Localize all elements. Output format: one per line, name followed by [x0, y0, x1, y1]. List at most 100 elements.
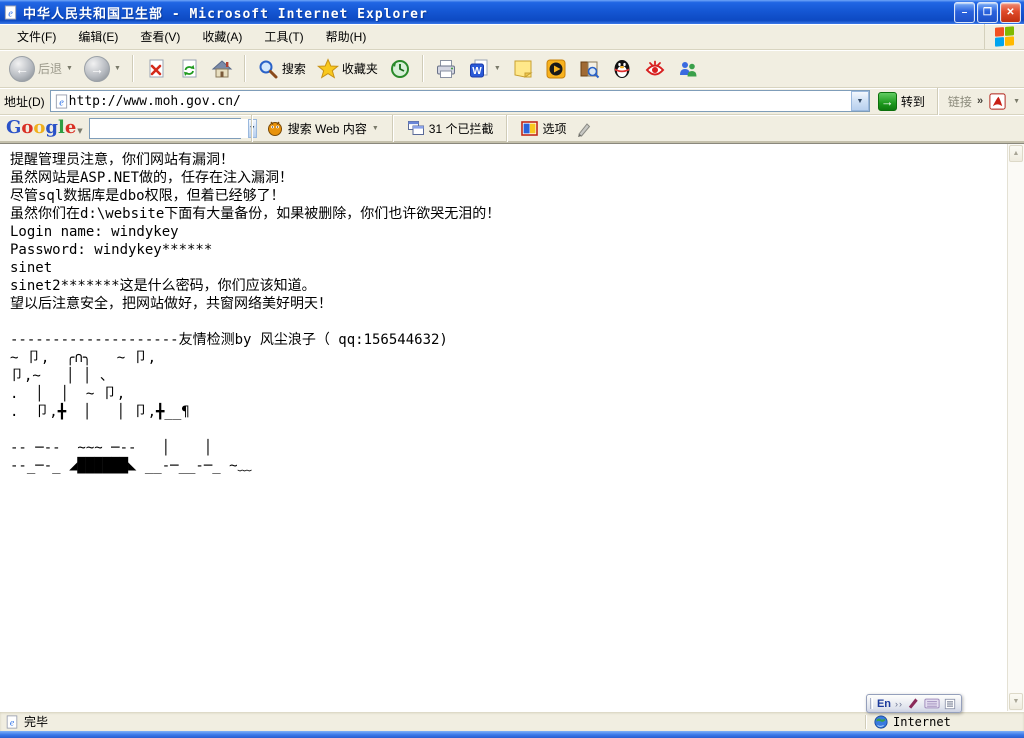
favorites-star-icon: [317, 58, 339, 80]
options-label: 选项: [542, 120, 566, 137]
links-label[interactable]: 链接: [948, 93, 972, 110]
google-options-button[interactable]: 选项: [518, 118, 569, 139]
pdf-dropdown-icon[interactable]: ▼: [1013, 98, 1020, 105]
google-search-web-button[interactable]: 搜索 Web 内容 ▼: [263, 117, 382, 139]
address-field[interactable]: e ▼: [50, 90, 870, 112]
handwriting-pen-icon[interactable]: [907, 697, 920, 710]
language-bar-menu-icon[interactable]: [944, 698, 956, 710]
links-chevron-icon[interactable]: »: [977, 95, 983, 107]
favorites-button[interactable]: 收藏夹: [313, 55, 382, 83]
svg-text:W: W: [472, 66, 482, 77]
menu-view[interactable]: 查看(V): [129, 25, 191, 48]
language-bar-chevrons[interactable]: ››: [895, 699, 903, 709]
stop-button[interactable]: [141, 55, 171, 83]
security-zone-panel: Internet: [870, 712, 1022, 731]
google-logo-dropdown-icon[interactable]: ▼: [77, 127, 82, 134]
toolbar-separator: [244, 55, 246, 82]
toolbar-separator: [937, 88, 939, 115]
edit-with-word-button[interactable]: W ▼: [464, 55, 505, 83]
qq-penguin-icon: [611, 58, 633, 80]
close-button[interactable]: ✕: [1000, 2, 1021, 23]
title-bar: e 中华人民共和国卫生部 - Microsoft Internet Explor…: [0, 0, 1024, 24]
home-button[interactable]: [207, 55, 237, 83]
menu-file[interactable]: 文件(F): [6, 25, 67, 48]
google-mascot-icon: [266, 119, 284, 137]
media-player-button[interactable]: [541, 55, 571, 83]
stop-icon: [145, 58, 167, 80]
svg-text:e: e: [8, 8, 13, 19]
back-button[interactable]: ← 后退 ▼: [5, 53, 77, 85]
address-bar-row: 地址(D) e ▼ → 转到 链接 » ▼: [0, 88, 1024, 115]
toolbar-separator: [422, 55, 424, 82]
refresh-button[interactable]: [174, 55, 204, 83]
windows-flag-icon: [995, 26, 1014, 46]
standard-toolbar: ← 后退 ▼ → ▼: [0, 50, 1024, 88]
scroll-up-icon[interactable]: ▲: [1009, 145, 1023, 162]
zone-label: Internet: [893, 715, 951, 729]
options-icon: [521, 121, 538, 136]
notes-button[interactable]: [508, 55, 538, 83]
book-search-button[interactable]: [574, 55, 604, 83]
defacement-text: 提醒管理员注意，你们网站有漏洞！ 虽然网站是ASP.NET做的，任存在注入漏洞！…: [0, 144, 1007, 711]
minimize-button[interactable]: –: [954, 2, 975, 23]
popup-blocker-button[interactable]: 31 个已拦截: [404, 118, 497, 139]
go-arrow-icon: →: [878, 92, 897, 111]
home-icon: [211, 58, 233, 80]
google-logo-letter: o: [21, 119, 33, 137]
menu-bar: 文件(F) 编辑(E) 查看(V) 收藏(A) 工具(T) 帮助(H): [0, 24, 1024, 50]
keyboard-icon[interactable]: [924, 698, 940, 709]
google-toolbar: Google ▼ ▼ 搜索 Web 内容 ▼: [0, 115, 1024, 143]
taskbar-edge: [0, 731, 1024, 738]
restore-button[interactable]: ❐: [977, 2, 998, 23]
msn-buddies-icon: [677, 58, 699, 80]
popup-blocked-label: 31 个已拦截: [429, 120, 494, 137]
back-icon: ←: [9, 56, 35, 82]
back-label: 后退: [38, 60, 62, 77]
print-icon: [435, 58, 457, 80]
scroll-down-icon[interactable]: ▼: [1009, 693, 1023, 710]
google-logo-letter: g: [45, 119, 58, 137]
menu-tools[interactable]: 工具(T): [253, 25, 314, 48]
vertical-scrollbar[interactable]: ▲ ▼: [1007, 144, 1024, 711]
go-button[interactable]: → 转到: [875, 92, 928, 111]
input-language-label[interactable]: En: [877, 698, 891, 710]
google-search-input[interactable]: [90, 119, 248, 138]
edit-dropdown-icon[interactable]: ▼: [494, 65, 501, 72]
forward-button[interactable]: → ▼: [80, 53, 125, 85]
highlighter-pen-icon[interactable]: [575, 119, 593, 137]
status-text: 完毕: [24, 713, 48, 730]
toolbar-separator: [392, 115, 394, 142]
svg-text:e: e: [10, 717, 15, 728]
address-input[interactable]: [69, 91, 851, 111]
google-logo[interactable]: Google ▼: [6, 119, 83, 137]
media-player-icon: [545, 58, 567, 80]
menu-favorites[interactable]: 收藏(A): [191, 25, 253, 48]
search-button[interactable]: 搜索: [253, 55, 310, 83]
msn-button[interactable]: [673, 55, 703, 83]
adobe-pdf-icon[interactable]: [988, 92, 1007, 111]
qq-button[interactable]: [607, 55, 637, 83]
print-button[interactable]: [431, 55, 461, 83]
browser-window: e 中华人民共和国卫生部 - Microsoft Internet Explor…: [0, 0, 1024, 738]
history-icon: [389, 58, 411, 80]
language-bar[interactable]: En ››: [866, 694, 962, 713]
go-label: 转到: [901, 93, 925, 110]
menu-edit[interactable]: 编辑(E): [67, 25, 129, 48]
history-button[interactable]: [385, 55, 415, 83]
google-logo-letter: o: [33, 119, 45, 137]
back-dropdown-icon[interactable]: ▼: [66, 65, 73, 72]
google-search-combo[interactable]: ▼: [89, 118, 241, 139]
sina-eye-icon: [644, 58, 666, 80]
refresh-icon: [178, 58, 200, 80]
google-logo-letter: e: [65, 119, 76, 137]
language-bar-grip[interactable]: [870, 698, 873, 709]
toolbar-separator: [506, 115, 508, 142]
address-dropdown-icon[interactable]: ▼: [851, 91, 869, 111]
status-bar: e 完毕 Internet: [0, 711, 1024, 731]
menu-help[interactable]: 帮助(H): [315, 25, 378, 48]
google-logo-letter: l: [58, 119, 65, 137]
search-web-dropdown-icon[interactable]: ▼: [372, 125, 379, 132]
forward-dropdown-icon[interactable]: ▼: [114, 65, 121, 72]
search-web-label: 搜索 Web 内容: [288, 120, 367, 137]
sina-button[interactable]: [640, 55, 670, 83]
